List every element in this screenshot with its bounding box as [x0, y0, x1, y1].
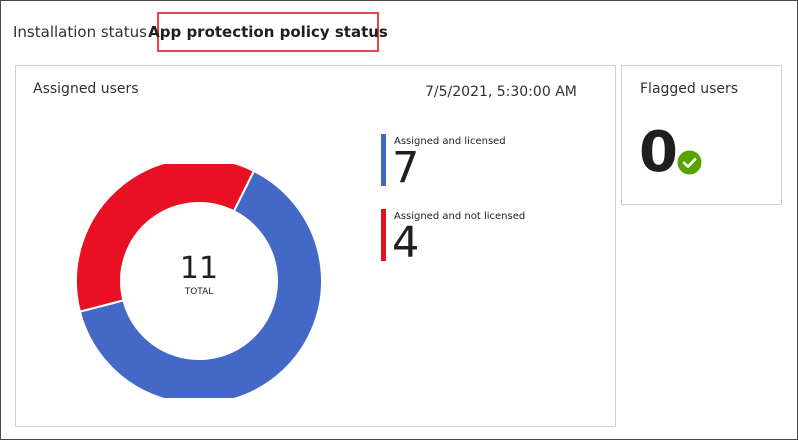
- legend-item-assigned-not-licensed: Assigned and not licensed 4: [381, 209, 561, 266]
- flagged-users-title: Flagged users: [640, 81, 739, 97]
- report-timestamp: 7/5/2021, 5:30:00 AM: [425, 84, 577, 100]
- flagged-users-value: 0: [639, 120, 678, 185]
- assigned-users-title: Assigned users: [33, 81, 139, 97]
- flagged-users-card[interactable]: Flagged users 0: [621, 65, 782, 205]
- assigned-users-card[interactable]: Assigned users 7/5/2021, 5:30:00 AM 11 T…: [15, 65, 616, 427]
- donut-total-label: TOTAL: [184, 287, 214, 297]
- legend-color-bar-not-licensed: [381, 209, 386, 261]
- donut-total-value: 11: [179, 251, 219, 286]
- tab-installation-status[interactable]: Installation status: [13, 22, 147, 42]
- legend-item-assigned-licensed: Assigned and licensed 7: [381, 134, 561, 191]
- legend-value-not-licensed: 4: [392, 218, 420, 268]
- legend-color-bar-licensed: [381, 134, 386, 186]
- check-circle-icon: [677, 150, 702, 175]
- tab-app-protection-policy-status[interactable]: App protection policy status: [148, 12, 388, 52]
- tab-app-protection-label: App protection policy status: [148, 23, 388, 41]
- legend-value-licensed: 7: [392, 143, 420, 193]
